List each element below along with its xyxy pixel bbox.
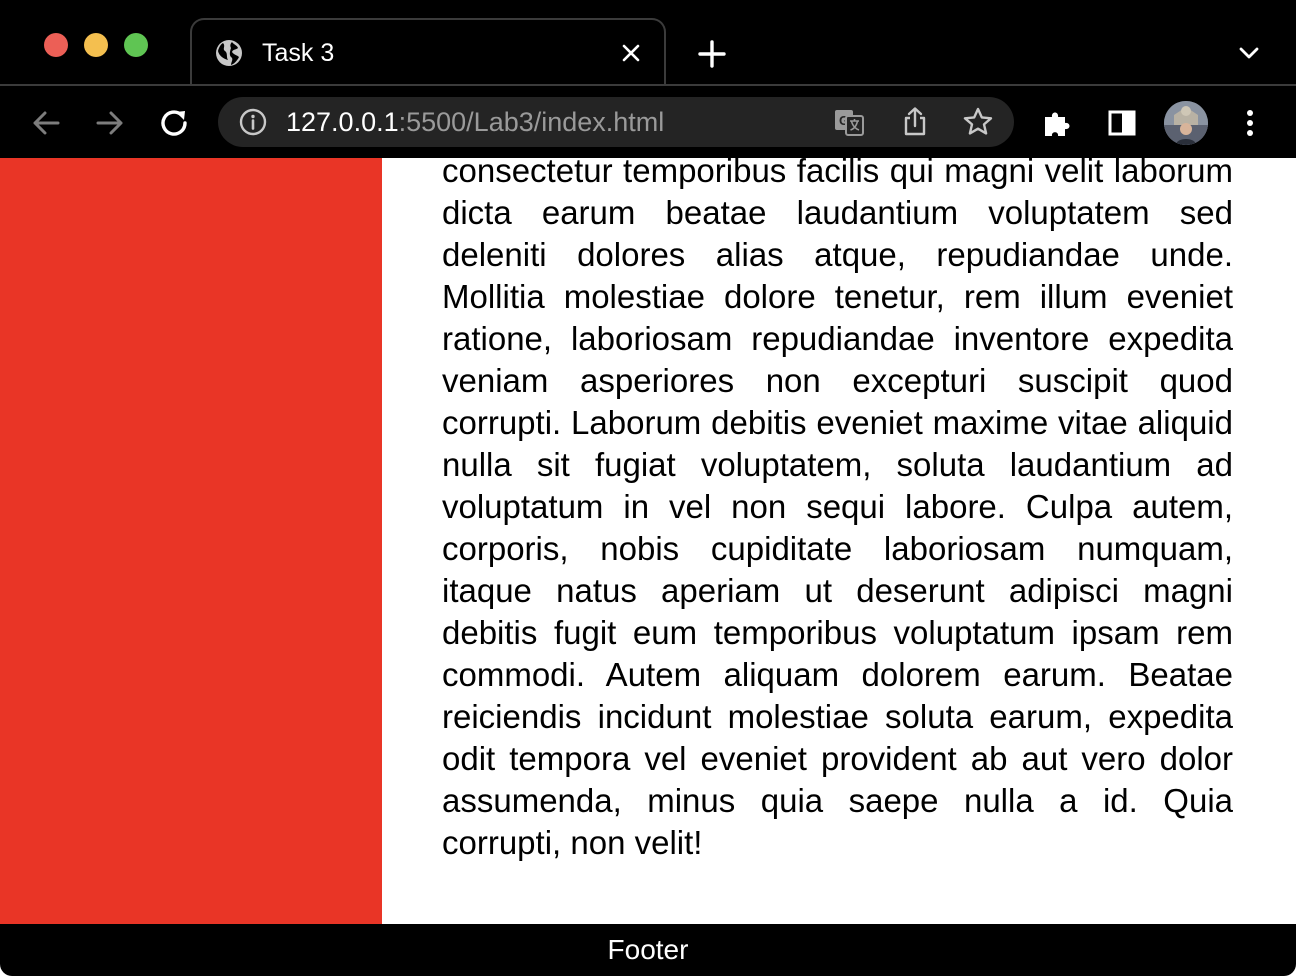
menu-kebab-icon[interactable] (1230, 103, 1270, 143)
window-maximize-button[interactable] (124, 33, 148, 57)
window-minimize-button[interactable] (84, 33, 108, 57)
profile-avatar[interactable] (1164, 101, 1208, 145)
reload-icon[interactable] (154, 103, 194, 143)
globe-icon (214, 38, 244, 68)
main-content-paragraph: consectetur temporibus facilis qui magni… (442, 158, 1233, 861)
browser-window: Task 3 127.0.0.1:5500/Lab3/index.html G … (0, 0, 1296, 976)
url-path: :5500/Lab3/index.html (398, 107, 665, 137)
browser-toolbar: 127.0.0.1:5500/Lab3/index.html G (0, 84, 1296, 158)
page-viewport: consectetur temporibus facilis qui magni… (0, 158, 1296, 976)
back-arrow-icon[interactable] (26, 103, 66, 143)
new-tab-plus-icon[interactable] (694, 36, 730, 72)
tab-search-chevron-down-icon[interactable] (1234, 38, 1264, 68)
address-bar[interactable]: 127.0.0.1:5500/Lab3/index.html G (218, 97, 1014, 147)
tab-strip: Task 3 (0, 0, 1296, 84)
url-text: 127.0.0.1:5500/Lab3/index.html (286, 107, 664, 137)
window-close-button[interactable] (44, 33, 68, 57)
tab-close-icon[interactable] (616, 38, 646, 68)
forward-arrow-icon[interactable] (90, 103, 130, 143)
translate-icon[interactable]: G (832, 105, 866, 139)
side-panel-icon[interactable] (1102, 103, 1142, 143)
tab-task-3[interactable]: Task 3 (190, 18, 666, 84)
info-icon[interactable] (238, 107, 268, 137)
footer: Footer (0, 924, 1296, 976)
tab-title: Task 3 (262, 39, 335, 67)
extensions-puzzle-icon[interactable] (1038, 103, 1078, 143)
url-host: 127.0.0.1 (286, 107, 399, 137)
sidebar (0, 158, 382, 924)
bookmark-star-icon[interactable] (961, 105, 995, 139)
share-icon[interactable] (898, 105, 932, 139)
